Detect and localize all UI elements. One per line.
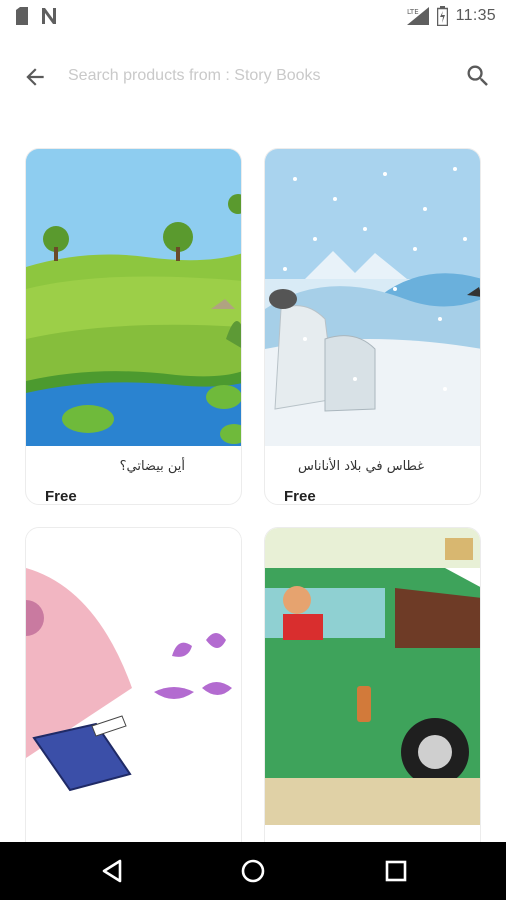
product-card[interactable] — [25, 527, 242, 857]
product-cover-image — [265, 149, 480, 446]
back-triangle-icon[interactable] — [99, 857, 127, 885]
status-clock: 11:35 — [455, 7, 496, 24]
search-bar — [0, 48, 506, 104]
product-price: Free — [45, 488, 77, 505]
product-card[interactable]: غطاس في بلاد الأناناس Free — [264, 148, 481, 505]
product-cover-image — [265, 528, 480, 825]
product-cover-image — [26, 528, 241, 825]
sd-card-icon — [16, 7, 28, 25]
product-title: أين بيضاتي؟ — [119, 459, 185, 474]
status-bar: LTE 11:35 — [0, 0, 506, 32]
home-circle-icon[interactable] — [239, 857, 267, 885]
search-icon[interactable] — [464, 62, 492, 90]
signal-icon: LTE — [406, 7, 429, 25]
product-title: غطاس في بلاد الأناناس — [298, 459, 424, 474]
battery-icon — [436, 6, 448, 26]
product-cover-image — [26, 149, 241, 446]
lte-label: LTE — [407, 8, 419, 16]
back-arrow-icon[interactable] — [22, 64, 48, 90]
search-input[interactable] — [68, 62, 448, 90]
n-notification-icon — [42, 8, 56, 24]
screen: أين بيضاتي؟ Free غطاس في بلاد الأناناس F… — [0, 0, 506, 900]
product-grid: أين بيضاتي؟ Free غطاس في بلاد الأناناس F… — [0, 0, 506, 857]
product-price: Free — [284, 488, 316, 505]
navigation-bar — [0, 842, 506, 900]
product-card[interactable]: أين بيضاتي؟ Free — [25, 148, 242, 505]
recents-square-icon[interactable] — [382, 857, 410, 885]
product-card[interactable] — [264, 527, 481, 857]
